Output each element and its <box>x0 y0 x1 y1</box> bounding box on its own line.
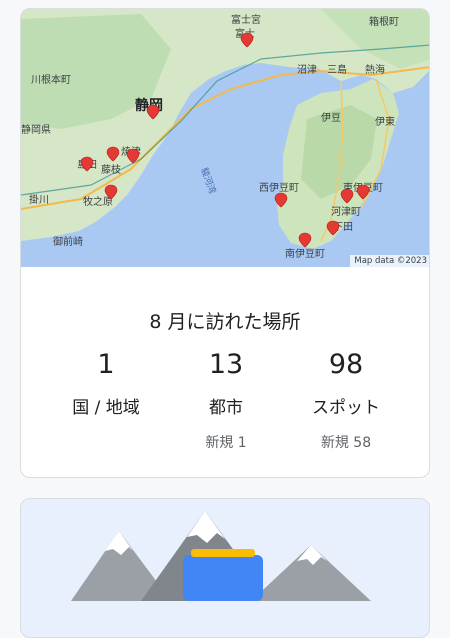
map-label-nishiizu: 西伊豆町 <box>259 182 299 194</box>
map-label-numazu: 沼津 <box>297 63 317 76</box>
map-label-fujinomiya: 富士宮 <box>231 13 261 26</box>
blue-card-graphic <box>183 555 263 601</box>
stat-label: スポット <box>312 398 380 418</box>
stat-new: 新規 58 <box>320 435 372 451</box>
map-label-izu: 伊豆 <box>321 112 341 124</box>
map-label-mishima: 三島 <box>327 63 347 76</box>
map-label-fujieda: 藤枝 <box>101 163 121 176</box>
visited-places-card[interactable]: 富士宮 富士 箱根町 川根本町 静岡 沼津 三島 熱海 静岡県 伊豆 伊東 島田… <box>20 8 430 478</box>
visited-places-map[interactable]: 富士宮 富士 箱根町 川根本町 静岡 沼津 三島 熱海 静岡県 伊豆 伊東 島田… <box>21 9 429 267</box>
stat-value: 98 <box>328 349 364 380</box>
map-label-kawazu: 河津町 <box>331 206 361 218</box>
mountain-illustration <box>21 499 429 601</box>
map-label-ito: 伊東 <box>375 115 395 128</box>
stat-spots: 98 スポット 新規 58 <box>286 349 406 452</box>
map-label-atami: 熱海 <box>365 63 385 76</box>
map-label-kakegawa: 掛川 <box>29 193 49 206</box>
stat-value: 1 <box>97 349 115 380</box>
yellow-tab-graphic <box>191 549 255 557</box>
stat-cities: 13 都市 新規 1 <box>166 349 286 452</box>
map-label-hakone: 箱根町 <box>369 15 399 28</box>
card-title: 8 月に訪れた場所 <box>149 311 301 333</box>
map-label-shizuoka-pref: 静岡県 <box>21 123 51 136</box>
stat-new: 新規 1 <box>205 435 247 451</box>
map-label-omaezaki: 御前崎 <box>53 235 83 248</box>
map-attribution: Map data ©2023 <box>350 255 429 267</box>
map-label-minamiizu: 南伊豆町 <box>285 247 325 260</box>
stat-value: 13 <box>208 349 244 380</box>
stat-label: 都市 <box>209 398 243 418</box>
mountain-illustration-card[interactable] <box>20 498 430 638</box>
stat-label: 国 / 地域 <box>72 398 140 418</box>
stat-countries: 1 国 / 地域 <box>46 349 166 432</box>
map-canvas: 富士宮 富士 箱根町 川根本町 静岡 沼津 三島 熱海 静岡県 伊豆 伊東 島田… <box>21 9 429 267</box>
map-label-kawanemoto: 川根本町 <box>31 73 71 86</box>
